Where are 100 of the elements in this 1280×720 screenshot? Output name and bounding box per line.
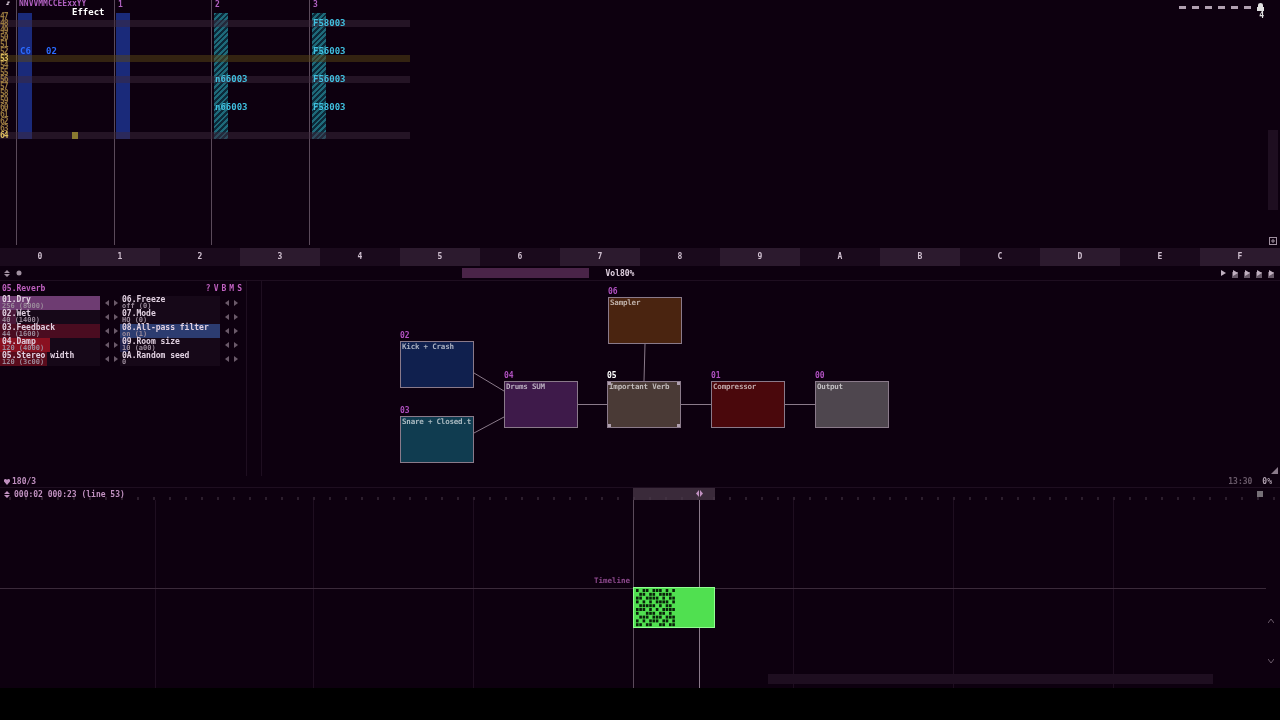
playhead-handle[interactable] [696,490,703,497]
position-label: 000:02 000:23 (line 53) [14,489,125,499]
row-number: 57 [0,83,9,90]
track-tab[interactable]: 4 [320,248,400,266]
connection-line [680,404,712,405]
track-tab[interactable]: D [1040,248,1120,266]
track-tab[interactable]: 9 [720,248,800,266]
track-tab[interactable]: 6 [480,248,560,266]
parameter-name: 04.Damp [1,338,36,345]
track-tab[interactable]: 1 [80,248,160,266]
parameter-name: 05.Stereo width [1,352,76,359]
module-number: 06 [608,287,618,297]
row-number: 56 [0,76,9,83]
cursor [72,132,78,139]
connection-line [784,404,816,405]
row-number: 60 [0,104,8,111]
cpu-label: 0% [1262,477,1272,486]
track-number[interactable]: 3 [313,0,318,10]
left-arrow-icon[interactable] [225,342,229,348]
resize-icon[interactable] [1271,467,1278,474]
track-tab[interactable]: C [960,248,1040,266]
track-tab[interactable]: 8 [640,248,720,266]
pattern-block[interactable] [633,587,715,628]
right-arrow-icon[interactable] [114,342,118,348]
tooltip: Effect [72,7,105,17]
module-number: 02 [400,331,410,341]
right-arrow-icon[interactable] [234,342,238,348]
right-arrow-icon[interactable] [234,300,238,306]
left-arrow-icon[interactable] [105,328,109,334]
track-tab[interactable]: 2 [160,248,240,266]
track-tab[interactable]: 7 [560,248,640,266]
right-arrow-icon[interactable] [234,356,238,362]
module-number: 03 [400,406,410,416]
left-arrow-icon[interactable] [105,300,109,306]
left-arrow-icon[interactable] [225,314,229,320]
module-flag[interactable]: B [221,283,227,293]
up-down-icon[interactable] [4,269,10,277]
note-cell[interactable]: n66003 [215,74,248,84]
track-tab[interactable]: A [800,248,880,266]
zoom-icon[interactable] [1268,618,1274,624]
row-number: 59 [0,97,9,104]
track-tab[interactable]: 3 [240,248,320,266]
left-arrow-icon[interactable] [225,328,229,334]
note-cell[interactable]: F58003 [313,102,346,112]
module-flag[interactable]: V [213,283,219,293]
right-arrow-icon[interactable] [234,314,238,320]
module-flag[interactable]: M [229,283,235,293]
module-cell[interactable]: 02 [46,46,57,56]
grid-icon[interactable] [1269,237,1277,245]
track-tab[interactable]: 0 [0,248,80,266]
column-header: NNVVMMCCEExxYY [19,0,87,7]
lock-icon[interactable] [1257,3,1264,11]
left-arrow-icon[interactable] [225,356,229,362]
left-arrow-icon[interactable] [105,342,109,348]
right-arrow-icon[interactable] [114,328,118,334]
module-number: 04 [504,371,514,381]
left-arrow-icon[interactable] [105,314,109,320]
connection-line [577,404,608,405]
row-number: 64 [0,132,10,139]
track-tab[interactable]: 5 [400,248,480,266]
pattern-preview-drawing [636,588,678,627]
parameter-name: 01.Dry [1,296,31,303]
row-number: 58 [0,90,9,97]
row-number: 51 [0,41,10,48]
track-number[interactable]: 2 [215,0,220,10]
heart-icon [4,478,10,485]
module-number: 01 [711,371,721,381]
counter: 4 [1259,11,1264,20]
up-down-icon[interactable] [4,490,10,498]
track-tab[interactable]: F [1200,248,1280,266]
note-cell[interactable]: F56003 [313,46,346,56]
left-arrow-icon[interactable] [225,300,229,306]
right-arrow-icon[interactable] [234,328,238,334]
volume-label[interactable]: Vol80% [605,268,781,278]
row-number: 53 [0,55,8,62]
parameter-name: 03.Feedback [1,324,56,331]
note-cell[interactable]: n66003 [215,102,248,112]
right-arrow-icon[interactable] [114,314,118,320]
connection-line [473,416,505,434]
parameter-name: 09.Room size [121,338,181,345]
module-title: 05.Reverb [2,283,46,293]
parameter-name: 08.All-pass filter [121,324,210,331]
time-label: 13:30 [1228,477,1253,486]
row-number: 54 [0,62,10,69]
bpm-label[interactable]: 180/3 [12,477,37,486]
note-cell[interactable]: F58003 [313,18,346,28]
zoom-icon[interactable] [1268,658,1274,664]
track-number[interactable]: 1 [118,0,123,10]
track-tab[interactable]: B [880,248,960,266]
row-number: 63 [0,125,8,132]
right-arrow-icon[interactable] [114,356,118,362]
module-number: 00 [815,371,825,381]
module-flag[interactable]: ? [205,283,211,293]
left-arrow-icon[interactable] [105,356,109,362]
parameter-name: 02.Wet [1,310,31,317]
track-tab[interactable]: E [1120,248,1200,266]
row-number: 62 [0,118,8,125]
right-arrow-icon[interactable] [114,300,118,306]
note-cell[interactable]: F56003 [313,74,346,84]
module-flag[interactable]: S [237,283,242,293]
